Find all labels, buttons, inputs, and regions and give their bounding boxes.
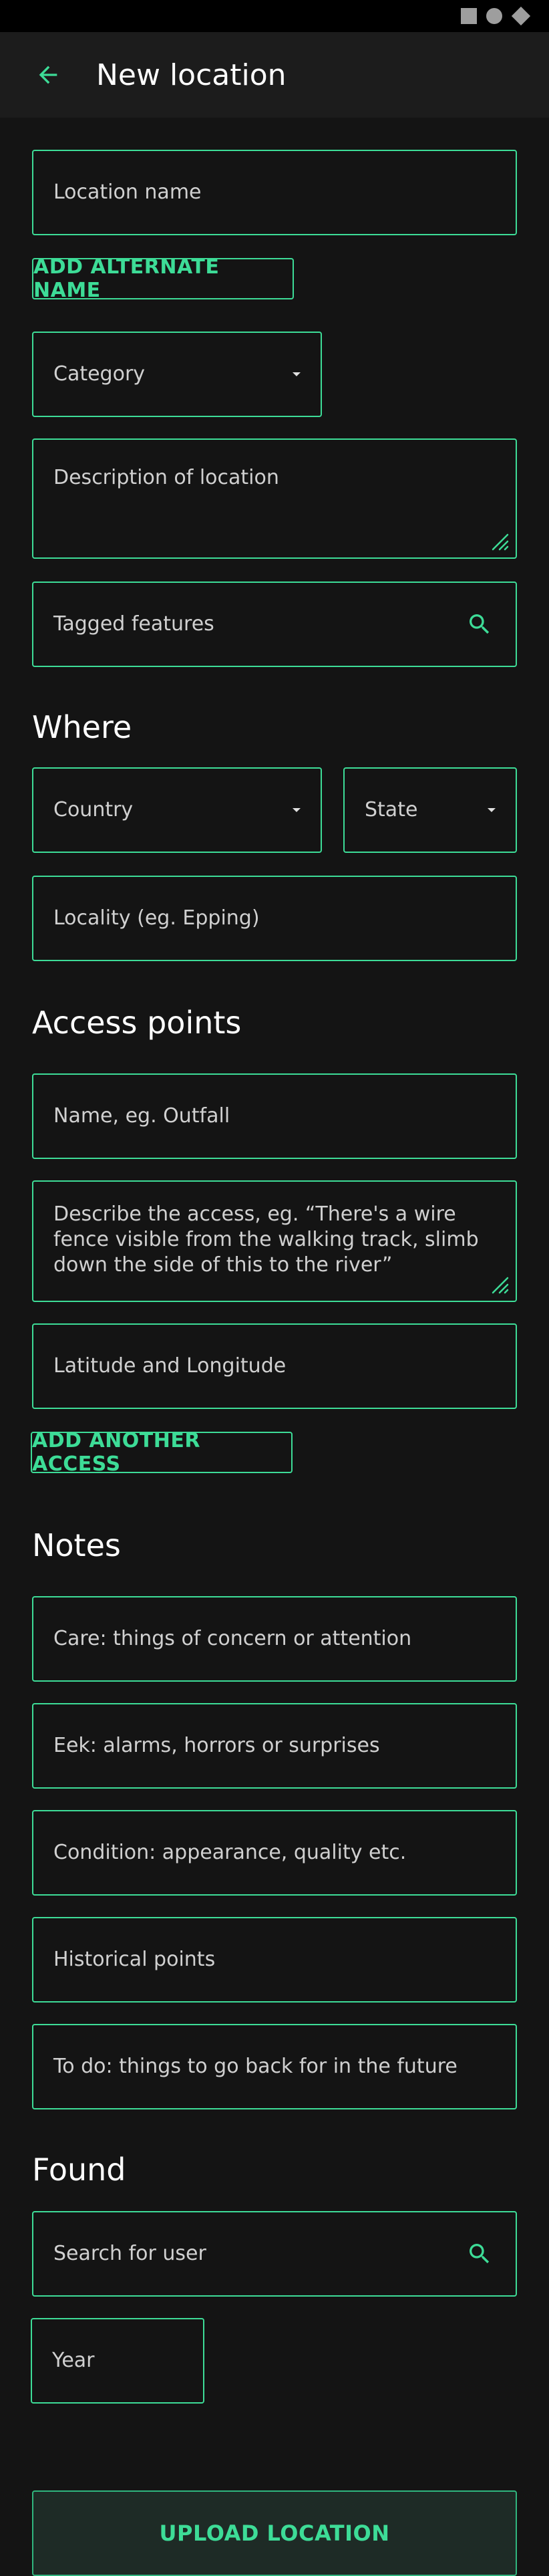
- description-placeholder: Description of location: [53, 466, 279, 489]
- care-note-field[interactable]: Care: things of concern or attention: [32, 1596, 517, 1682]
- add-alternate-name-button[interactable]: ADD ALTERNATE NAME: [32, 255, 294, 302]
- search-icon[interactable]: [466, 611, 493, 638]
- todo-note-placeholder: To do: things to go back for in the futu…: [53, 2055, 458, 2078]
- resize-handle-icon[interactable]: [488, 529, 509, 551]
- dropdown-arrow-icon: [293, 372, 301, 376]
- notes-section-title: Notes: [32, 1527, 121, 1563]
- access-points-section-title: Access points: [32, 1005, 242, 1041]
- condition-note-field[interactable]: Condition: appearance, quality etc.: [32, 1810, 517, 1896]
- dropdown-arrow-icon: [488, 808, 496, 812]
- square-icon: [461, 8, 477, 24]
- search-user-field[interactable]: Search for user: [32, 2211, 517, 2297]
- country-placeholder: Country: [53, 798, 134, 821]
- access-description-placeholder: Describe the access, eg. “There's a wire…: [53, 1202, 479, 1277]
- diamond-icon: [511, 6, 531, 26]
- category-select[interactable]: Category: [32, 332, 322, 417]
- access-name-field[interactable]: Name, eg. Outfall: [32, 1073, 517, 1159]
- access-name-placeholder: Name, eg. Outfall: [53, 1104, 230, 1128]
- search-user-placeholder: Search for user: [53, 2242, 206, 2265]
- locality-field[interactable]: Locality (eg. Epping): [32, 876, 517, 961]
- location-name-placeholder: Location name: [53, 180, 202, 204]
- status-bar: [0, 0, 549, 32]
- locality-placeholder: Locality (eg. Epping): [53, 906, 260, 930]
- year-placeholder: Year: [52, 2349, 95, 2372]
- tagged-features-field[interactable]: Tagged features: [32, 582, 517, 667]
- back-button[interactable]: [27, 59, 69, 91]
- state-select[interactable]: State: [343, 767, 517, 853]
- year-field[interactable]: Year: [31, 2318, 204, 2404]
- eek-note-placeholder: Eek: alarms, horrors or surprises: [53, 1734, 380, 1757]
- description-field[interactable]: Description of location: [32, 438, 517, 559]
- todo-note-field[interactable]: To do: things to go back for in the futu…: [32, 2024, 517, 2109]
- historical-note-placeholder: Historical points: [53, 1948, 216, 1971]
- page-title: New location: [96, 58, 287, 92]
- access-description-field[interactable]: Describe the access, eg. “There's a wire…: [32, 1180, 517, 1302]
- upload-location-button[interactable]: UPLOAD LOCATION: [32, 2490, 517, 2576]
- care-note-placeholder: Care: things of concern or attention: [53, 1627, 412, 1650]
- location-name-field[interactable]: Location name: [32, 150, 517, 235]
- arrow-left-icon: [39, 66, 57, 84]
- resize-handle-icon[interactable]: [488, 1273, 509, 1294]
- dropdown-arrow-icon: [293, 808, 301, 812]
- status-icons: [461, 6, 531, 26]
- category-placeholder: Category: [53, 362, 146, 386]
- country-select[interactable]: Country: [32, 767, 322, 853]
- search-icon[interactable]: [466, 2240, 493, 2267]
- app-bar: New location: [0, 32, 549, 118]
- found-section-title: Found: [32, 2152, 126, 2188]
- eek-note-field[interactable]: Eek: alarms, horrors or surprises: [32, 1703, 517, 1789]
- state-placeholder: State: [365, 798, 418, 821]
- historical-note-field[interactable]: Historical points: [32, 1917, 517, 2003]
- add-another-access-button[interactable]: ADD ANOTHER ACCESS: [31, 1429, 293, 1476]
- latitude-longitude-field[interactable]: Latitude and Longitude: [32, 1323, 517, 1409]
- latitude-longitude-placeholder: Latitude and Longitude: [53, 1354, 287, 1378]
- where-section-title: Where: [32, 709, 132, 745]
- condition-note-placeholder: Condition: appearance, quality etc.: [53, 1841, 407, 1864]
- circle-icon: [486, 8, 502, 24]
- tagged-features-placeholder: Tagged features: [53, 612, 214, 636]
